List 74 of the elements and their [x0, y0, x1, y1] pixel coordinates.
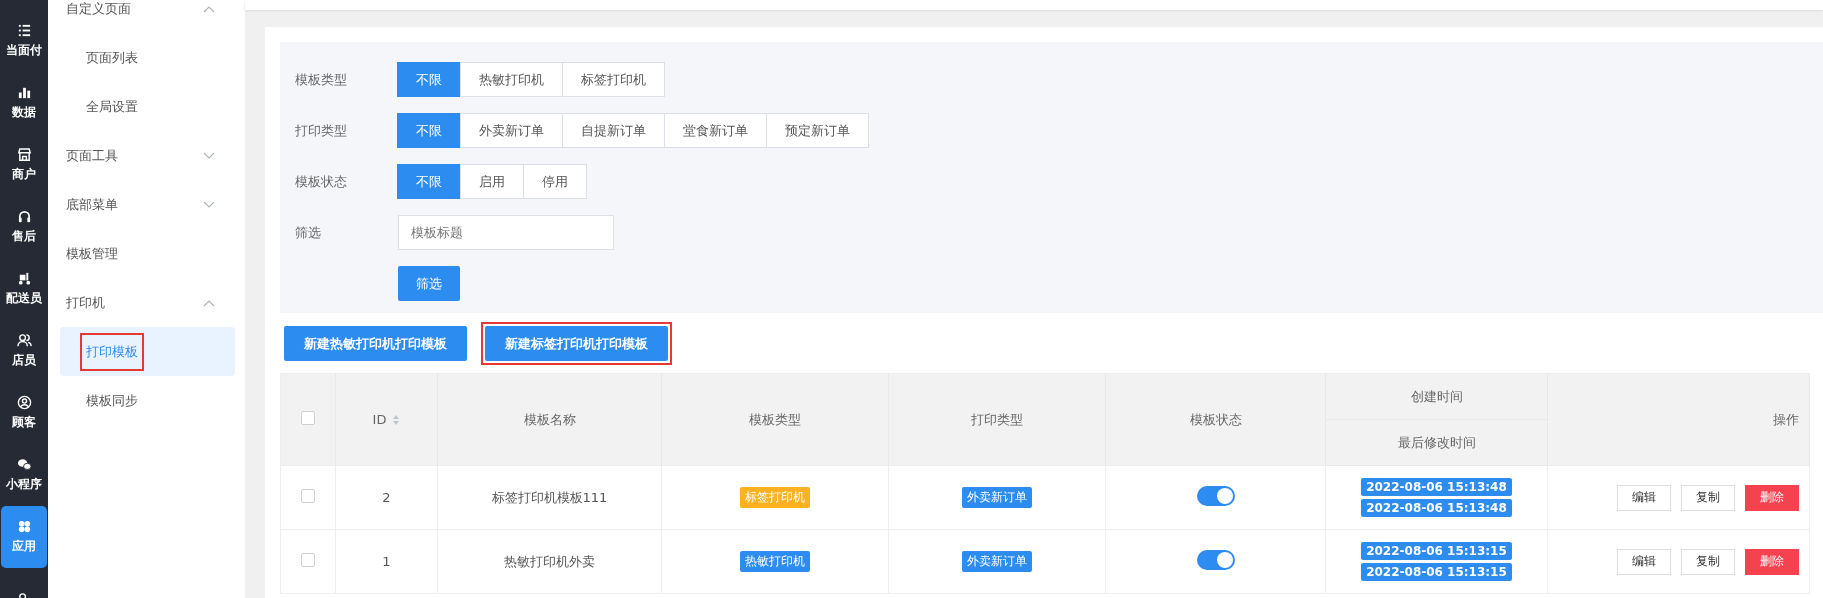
- template-type-tag: 热敏打印机: [740, 551, 810, 572]
- column-header: 模板类型: [749, 411, 801, 427]
- store-icon: [16, 147, 32, 162]
- user-circle-icon: [16, 395, 32, 410]
- sidebar-subitem[interactable]: 模板同步: [48, 376, 235, 425]
- rail-item[interactable]: 商户: [1, 134, 47, 196]
- apps-icon: [16, 519, 32, 534]
- status-toggle[interactable]: [1196, 550, 1235, 570]
- filter-label: 筛选: [295, 223, 322, 242]
- edit-button[interactable]: 编辑: [1617, 548, 1671, 575]
- chat-bubbles-icon: [16, 457, 32, 472]
- print-type-tag: 外卖新订单: [962, 487, 1032, 508]
- filter-option[interactable]: 预定新订单: [766, 113, 869, 148]
- filter-label: 打印类型: [295, 121, 348, 140]
- status-toggle[interactable]: [1196, 486, 1235, 506]
- delete-button[interactable]: 删除: [1745, 548, 1799, 575]
- sidebar-item[interactable]: 打印机: [48, 278, 245, 327]
- rail-item[interactable]: 售后: [1, 196, 47, 258]
- row-checkbox[interactable]: [301, 553, 315, 567]
- sidebar-item[interactable]: 页面工具: [48, 131, 245, 180]
- filter-option[interactable]: 堂食新订单: [664, 113, 767, 148]
- delete-button[interactable]: 删除: [1745, 484, 1799, 511]
- table-cell: 2: [382, 490, 391, 505]
- rail-item[interactable]: 配送员: [1, 258, 47, 320]
- table-cell: 标签打印机模板111: [491, 489, 608, 505]
- column-header: 创建时间: [1410, 388, 1463, 404]
- sort-icon[interactable]: [392, 413, 401, 426]
- column-header: 操作: [1773, 411, 1799, 427]
- filter-option[interactable]: 自提新订单: [562, 113, 665, 148]
- column-header: ID: [372, 412, 387, 427]
- modified-time-tag: 2022-08-06 15:13:15: [1361, 563, 1512, 581]
- filter-option[interactable]: 启用: [460, 164, 524, 199]
- created-time-tag: 2022-08-06 15:13:48: [1361, 478, 1512, 496]
- column-header: 模板名称: [523, 411, 576, 427]
- chevron-icon: [203, 4, 215, 13]
- chevron-icon: [203, 151, 215, 160]
- rail-item[interactable]: 数据: [1, 72, 47, 134]
- filter-option[interactable]: 停用: [523, 164, 587, 199]
- rail-item[interactable]: 小程序: [1, 444, 47, 506]
- sidebar-subitem[interactable]: 全局设置: [48, 82, 235, 131]
- rail-item[interactable]: 顾客: [1, 382, 47, 444]
- sidebar-subitem[interactable]: 页面列表: [48, 33, 235, 82]
- people-icon: [16, 333, 32, 348]
- chevron-icon: [203, 200, 215, 209]
- column-header: 最后修改时间: [1397, 434, 1476, 450]
- sidebar-item[interactable]: 模板管理: [48, 229, 245, 278]
- select-all-checkbox[interactable]: [301, 411, 315, 425]
- title-search-field[interactable]: 模板标题: [398, 215, 614, 250]
- filter-option[interactable]: 外卖新订单: [460, 113, 563, 148]
- column-header: 模板状态: [1189, 411, 1242, 427]
- filter-label: 模板状态: [295, 172, 348, 191]
- table-cell: 热敏打印机外卖: [504, 553, 595, 569]
- filter-label: 模板类型: [295, 70, 348, 89]
- rail-item[interactable]: 当面付: [1, 10, 47, 72]
- edit-button[interactable]: 编辑: [1617, 484, 1671, 511]
- print-type-tag: 外卖新订单: [962, 551, 1032, 572]
- column-header: 打印类型: [971, 411, 1023, 427]
- copy-button[interactable]: 复制: [1681, 548, 1735, 575]
- chevron-icon: [203, 298, 215, 307]
- row-checkbox[interactable]: [301, 489, 315, 503]
- scooter-icon: [16, 271, 32, 286]
- headset-icon: [16, 209, 32, 224]
- copy-button[interactable]: 复制: [1681, 484, 1735, 511]
- sidebar-item[interactable]: 自定义页面: [48, 0, 245, 33]
- list-icon: [16, 23, 32, 38]
- bar-chart-icon: [16, 85, 32, 100]
- table-cell: 1: [382, 554, 391, 569]
- template-type-tag: 标签打印机: [740, 487, 810, 508]
- created-time-tag: 2022-08-06 15:13:15: [1361, 542, 1512, 560]
- modified-time-tag: 2022-08-06 15:13:48: [1361, 499, 1512, 517]
- rail-item[interactable]: 店员: [1, 320, 47, 382]
- filter-option[interactable]: 热敏打印机: [460, 62, 563, 97]
- filter-option[interactable]: 标签打印机: [562, 62, 665, 97]
- sidebar-item[interactable]: 底部菜单: [48, 180, 245, 229]
